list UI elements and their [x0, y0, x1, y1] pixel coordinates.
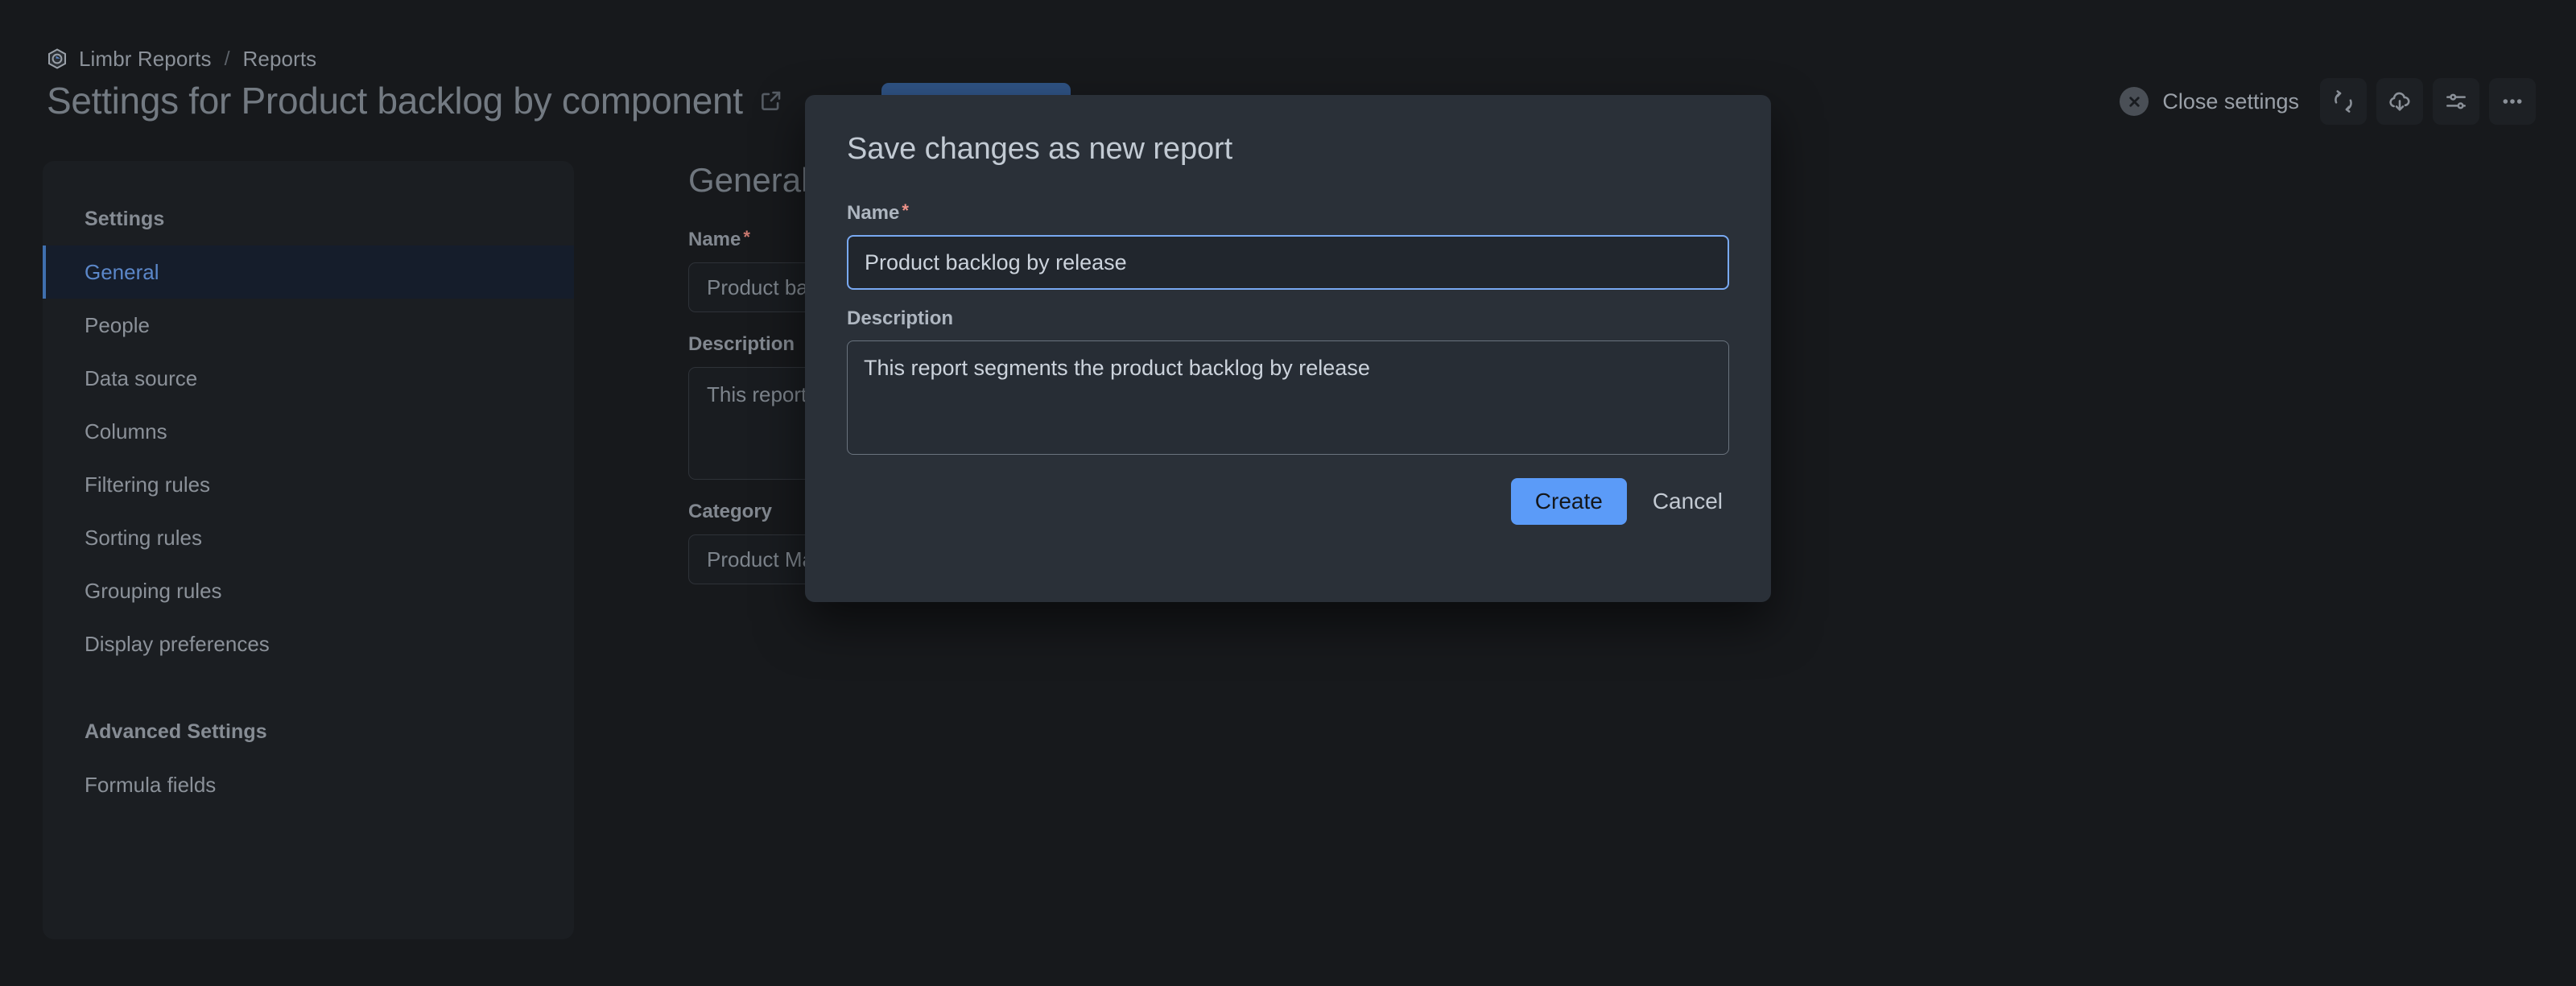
- sidebar-item-label: Sorting rules: [85, 525, 202, 550]
- dialog-label-text: Description: [847, 307, 954, 329]
- dialog-actions: Create Cancel: [1510, 478, 1729, 525]
- limbr-hexagon-logo-icon: [47, 48, 68, 69]
- required-indicator: *: [902, 200, 909, 221]
- settings-sidebar: Settings General People Data source Colu…: [43, 161, 574, 939]
- cancel-button[interactable]: Cancel: [1646, 478, 1729, 525]
- breadcrumb-item-reports[interactable]: Reports: [243, 47, 317, 72]
- sidebar-item-label: Display preferences: [85, 631, 270, 656]
- sidebar-advanced-list: Formula fields: [43, 758, 574, 811]
- sliders-settings-icon[interactable]: [2433, 78, 2479, 125]
- sidebar-heading-advanced-settings: Advanced Settings: [85, 720, 267, 743]
- sidebar-heading-settings: Settings: [85, 208, 165, 230]
- dialog-label-name: Name *: [847, 202, 1729, 225]
- breadcrumb: Limbr Reports / Reports: [47, 47, 316, 71]
- required-indicator: *: [743, 227, 750, 247]
- field-label-text: Category: [688, 501, 773, 522]
- save-as-new-report-dialog: Save changes as new report Name * Descri…: [805, 95, 1771, 602]
- breadcrumb-separator: /: [224, 47, 230, 70]
- sidebar-item-data-source[interactable]: Data source: [43, 352, 574, 405]
- dialog-description-input[interactable]: This report segments the product backlog…: [847, 340, 1729, 455]
- cloud-download-icon[interactable]: [2376, 78, 2423, 125]
- field-label-text: Description: [688, 333, 795, 355]
- sidebar-item-label: Formula fields: [85, 772, 217, 797]
- sidebar-item-label: Grouping rules: [85, 578, 222, 603]
- sidebar-item-display-preferences[interactable]: Display preferences: [43, 617, 574, 670]
- sidebar-item-label: Data source: [85, 365, 198, 390]
- refresh-sync-icon[interactable]: [2320, 78, 2367, 125]
- sidebar-item-sorting-rules[interactable]: Sorting rules: [43, 511, 574, 564]
- dialog-field-name: Name *: [847, 202, 1729, 290]
- close-settings-button[interactable]: Close settings: [2115, 82, 2310, 121]
- field-label-text: Name: [688, 229, 741, 250]
- close-x-icon: [2120, 87, 2149, 116]
- page-title: Settings for Product backlog by componen…: [47, 80, 743, 122]
- sidebar-item-formula-fields[interactable]: Formula fields: [43, 758, 574, 811]
- create-button[interactable]: Create: [1510, 478, 1627, 525]
- close-settings-label: Close settings: [2162, 89, 2299, 113]
- sidebar-item-general[interactable]: General: [43, 245, 574, 299]
- more-horizontal-icon[interactable]: [2489, 78, 2536, 125]
- dialog-label-description: Description: [847, 307, 1729, 330]
- sidebar-item-label: Columns: [85, 419, 167, 443]
- dialog-label-text: Name: [847, 202, 900, 224]
- dialog-title: Save changes as new report: [847, 132, 1233, 166]
- sidebar-settings-list: General People Data source Columns Filte…: [43, 245, 574, 670]
- app-root: Limbr Reports / Reports Settings for Pro…: [0, 0, 2576, 986]
- sidebar-item-label: General: [85, 259, 159, 284]
- dialog-name-input[interactable]: [847, 235, 1729, 290]
- external-link-icon[interactable]: [759, 89, 783, 113]
- sidebar-item-label: Filtering rules: [85, 472, 211, 497]
- sidebar-item-label: People: [85, 312, 150, 337]
- sidebar-item-grouping-rules[interactable]: Grouping rules: [43, 564, 574, 617]
- page-title-row: Settings for Product backlog by componen…: [47, 76, 783, 125]
- header-actions: Close settings: [2115, 76, 2536, 126]
- sidebar-item-filtering-rules[interactable]: Filtering rules: [43, 458, 574, 511]
- breadcrumb-item-limbr-reports[interactable]: Limbr Reports: [79, 47, 212, 72]
- dialog-field-description: Description This report segments the pro…: [847, 307, 1729, 455]
- sidebar-item-columns[interactable]: Columns: [43, 405, 574, 458]
- sidebar-item-people[interactable]: People: [43, 299, 574, 352]
